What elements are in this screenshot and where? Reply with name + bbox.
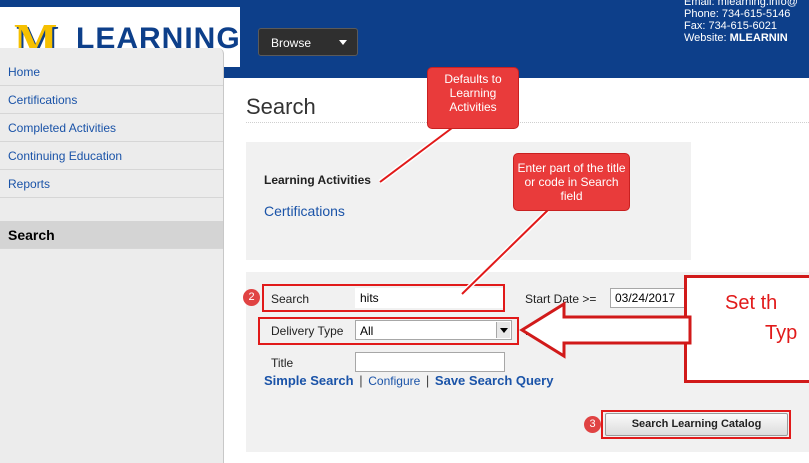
contact-fax: Fax: 734-615-6021 — [684, 20, 777, 32]
contact-phone: Phone: 734-615-5146 — [684, 8, 791, 20]
contact-info: Email: mlearning.info@ Phone: 734-615-51… — [684, 0, 798, 44]
link-separator: | — [359, 373, 363, 388]
simple-search-link[interactable]: Simple Search — [264, 373, 354, 388]
delivery-type-note-line2: Typ — [765, 322, 798, 344]
sidebar-item-completed-activities[interactable]: Completed Activities — [0, 114, 223, 142]
sidebar-item-certifications[interactable]: Certifications — [0, 86, 223, 114]
title-input[interactable] — [355, 352, 505, 372]
search-button-highlight — [601, 410, 791, 439]
page-title: Search — [246, 94, 316, 119]
caret-down-icon — [339, 40, 347, 45]
delivery-type-highlight — [258, 317, 519, 345]
search-links: Simple Search | Configure | Save Search … — [264, 373, 553, 388]
title-divider — [246, 122, 809, 123]
website-label: Website: — [684, 32, 727, 44]
contact-email: Email: mlearning.info@ — [684, 0, 798, 8]
sidebar-item-search[interactable]: Search — [0, 221, 223, 249]
sidebar: Home Certifications Completed Activities… — [0, 48, 224, 463]
start-date-input[interactable] — [610, 288, 690, 308]
sidebar-item-home[interactable]: Home — [0, 58, 223, 86]
step-2-badge: 2 — [243, 289, 260, 306]
link-separator: | — [425, 373, 430, 388]
learning-activities-option[interactable]: Learning Activities — [264, 173, 371, 187]
sidebar-item-continuing-education[interactable]: Continuing Education — [0, 142, 223, 170]
browse-label: Browse — [271, 36, 312, 50]
configure-link[interactable]: Configure — [368, 374, 420, 388]
enter-title-callout: Enter part of the title or code in Searc… — [513, 153, 630, 211]
step-3-badge: 3 — [584, 416, 601, 433]
browse-button[interactable]: Browse — [258, 28, 358, 56]
start-date-label: Start Date >= — [525, 292, 597, 306]
contact-website: Website: MLEARNIN — [684, 32, 798, 44]
certifications-option-link[interactable]: Certifications — [264, 203, 345, 219]
website-link[interactable]: MLEARNIN — [730, 32, 788, 44]
search-field-highlight — [262, 284, 505, 312]
defaults-callout: Defaults to Learning Activities — [427, 67, 519, 129]
truncated-label: L — [525, 324, 532, 338]
sidebar-item-reports[interactable]: Reports — [0, 170, 223, 198]
save-search-query-link[interactable]: Save Search Query — [435, 373, 554, 388]
title-label: Title — [271, 356, 294, 370]
delivery-type-note-line1: Set th — [725, 292, 778, 314]
